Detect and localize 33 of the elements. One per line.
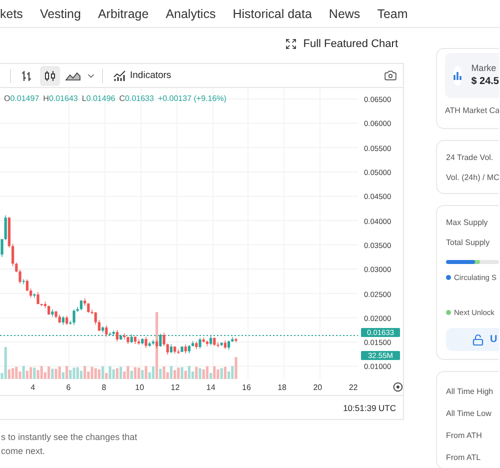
nav-tab[interactable]: Team bbox=[377, 6, 408, 20]
stat-label: 24 Trade Vol. bbox=[446, 152, 494, 164]
indicators-button[interactable]: Indicators bbox=[109, 70, 176, 82]
nav-tab[interactable]: Historical data bbox=[232, 6, 312, 20]
nav-tab[interactable]: Arbitrage bbox=[98, 6, 149, 20]
time-axis-label: 6 bbox=[65, 382, 72, 392]
time-axis-label: 4 bbox=[30, 382, 36, 392]
clock-text: 10:51:39 UTC bbox=[343, 402, 396, 412]
time-axis-label: 14 bbox=[205, 382, 216, 392]
stat-label: Max Supply bbox=[446, 216, 489, 229]
nav-tab[interactable]: Vesting bbox=[40, 6, 81, 20]
nav-tab[interactable]: kets bbox=[0, 6, 23, 20]
time-axis-label: 22 bbox=[348, 382, 359, 392]
time-axis-label: 20 bbox=[312, 382, 324, 392]
market-cap-title: Marke bbox=[471, 62, 498, 74]
stat-label: All Time Low bbox=[446, 408, 492, 420]
time-axis-label: 10 bbox=[134, 382, 146, 392]
stat-label: Vol. (24h) / MC bbox=[446, 172, 499, 184]
time-axis-label: 12 bbox=[170, 382, 181, 392]
time-axis-label: 8 bbox=[100, 382, 108, 392]
unlock-button[interactable]: U bbox=[446, 328, 499, 351]
stat-label: From ATH bbox=[446, 430, 483, 442]
stat-label: From ATL bbox=[446, 452, 482, 464]
time-axis-label: 18 bbox=[276, 382, 288, 392]
note-text: come next. bbox=[1, 445, 46, 458]
nav-tab[interactable]: Analytics bbox=[166, 6, 216, 20]
stat-label: Total Supply bbox=[446, 236, 491, 249]
nav-tab[interactable]: News bbox=[328, 6, 360, 20]
market-cap-value: $ 24.5 bbox=[471, 75, 499, 89]
time-axis-label: 16 bbox=[241, 382, 252, 392]
note-text: s to instantly see the changes that bbox=[1, 431, 138, 444]
stat-label: All Time High bbox=[446, 386, 494, 398]
ohlc-legend: O0.01497 H0.01643 L0.01496 C0.01633 +0.00137 (+9.16%) bbox=[4, 94, 226, 103]
